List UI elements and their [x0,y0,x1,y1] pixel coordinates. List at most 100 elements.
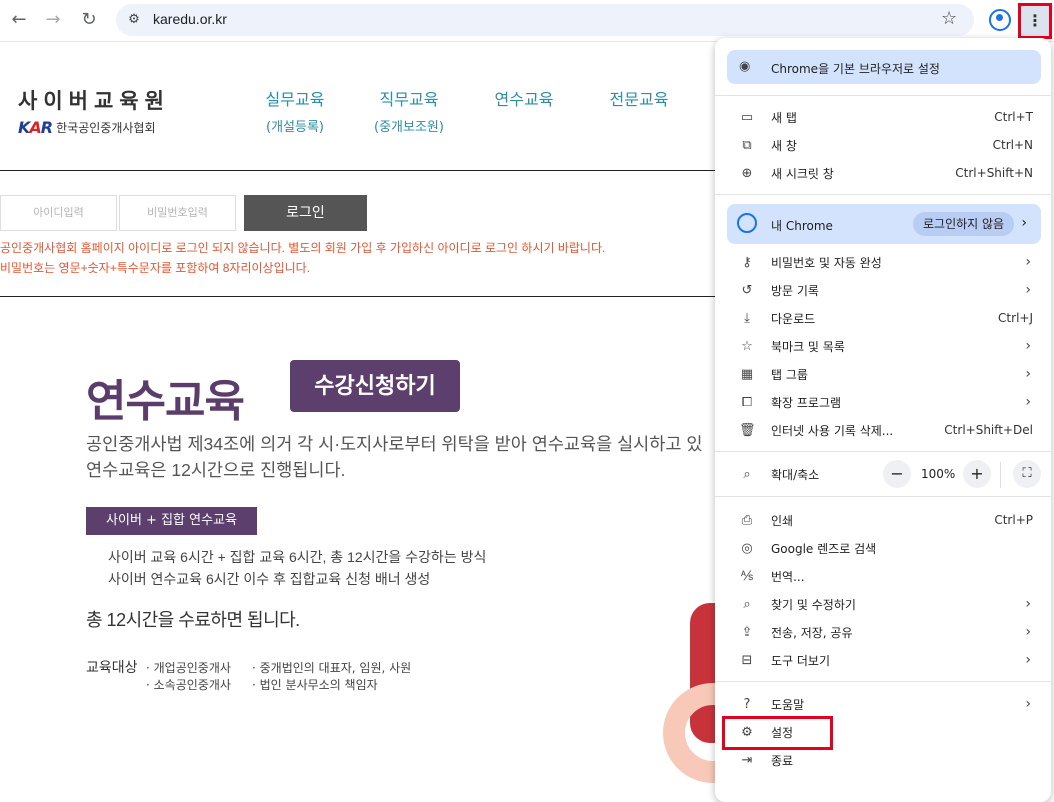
site-brand[interactable]: 사이버교육원 KAR 한국공인중개사협회 [18,85,170,137]
forward-icon[interactable]: → [42,9,64,31]
target-text: 중개법인의 대표자, 임원, 사원 [259,661,412,675]
exit-icon: ⇥ [741,752,753,768]
url-text[interactable]: karedu.or.kr [153,11,227,27]
login-button[interactable]: 로그인 [244,195,367,231]
menu-my-chrome[interactable]: 내 Chrome 로그인하지 않음 › [727,204,1041,244]
association-name: 한국공인중개사협회 [56,121,156,135]
divider [0,296,715,297]
target-text: 개업공인중개사 [153,661,231,675]
menu-item-label: 새 탭 [771,110,797,125]
shortcut-label: Ctrl+Shift+Del [944,423,1033,437]
nav-label: 실무교육 [265,92,325,109]
chevron-right-icon: › [1025,366,1031,382]
profile-icon[interactable] [989,9,1011,31]
shortcut-label: Ctrl+Shift+N [955,166,1033,180]
chevron-right-icon: › [1025,254,1031,270]
target-item: · 중개법인의 대표자, 임원, 사원 [252,661,412,675]
hero-title: 연수교육 [86,377,245,426]
association-logo: KAR 한국공인중개사협회 [18,118,170,137]
nav-training-education[interactable]: 연수교육 [489,86,559,110]
chevron-right-icon: › [1021,215,1027,231]
site-info-icon[interactable]: ⚙ [124,12,144,28]
nav-job-education[interactable]: 직무교육 (중개보조원) [368,86,450,135]
menu-separator [715,496,1051,497]
target-item: · 법인 분사무소의 책임자 [252,678,378,692]
menu-cast-save-share[interactable]: ⇪ 전송, 저장, 공유 › [715,618,1051,646]
menu-clear-data[interactable]: 🗑 인터넷 사용 기록 삭제... Ctrl+Shift+Del [715,416,1051,444]
nav-label: 직무교육 [379,92,439,109]
bookmark-star-icon[interactable]: ☆ [941,8,957,29]
menu-google-lens[interactable]: ◎ Google 렌즈로 검색 [715,534,1051,562]
print-icon: ⎙ [741,512,753,528]
menu-new-window[interactable]: ⧉ 새 창 Ctrl+N [715,131,1051,159]
menu-extensions[interactable]: ⧠ 확장 프로그램 › [715,388,1051,416]
target-item: · 개업공인중개사 [146,661,231,675]
settings-highlight-annotation [722,716,833,750]
menu-item-label: 번역... [771,569,805,584]
new-tab-icon: ▭ [740,109,754,125]
menu-item-label: 도구 더보기 [771,653,831,668]
menu-item-label: 방문 기록 [771,283,819,298]
menu-find-edit[interactable]: ⌕ 찾기 및 수정하기 › [715,590,1051,618]
nav-professional-education[interactable]: 전문교육 [604,86,674,110]
fullscreen-icon[interactable]: ⛶ [1013,460,1041,488]
menu-new-tab[interactable]: ▭ 새 탭 Ctrl+T [715,103,1051,131]
chevron-right-icon: › [1025,652,1031,668]
menu-separator [715,681,1051,682]
chevron-right-icon: › [1025,696,1031,712]
zoom-out-button[interactable]: − [883,460,911,488]
chevron-right-icon: › [1025,282,1031,298]
target-label: 교육대상 [86,660,138,676]
browser-toolbar: ← → ↻ ⚙ karedu.or.kr ☆ ⋮ [0,0,1054,42]
menu-item-label: 확대/축소 [771,467,820,482]
divider [0,170,715,171]
share-icon: ⇪ [741,624,753,640]
menu-more-tools[interactable]: ⊟ 도구 더보기 › [715,646,1051,674]
help-icon: ? [743,696,751,712]
id-input[interactable]: 아이디입력 [0,195,117,231]
set-default-browser-item[interactable]: ◉ Chrome을 기본 브라우저로 설정 [727,50,1041,84]
address-bar[interactable]: ⚙ karedu.or.kr [116,4,974,36]
target-text: 법인 분사무소의 책임자 [259,678,378,692]
course-type-badge: 사이버 + 집합 연수교육 [86,507,257,535]
nav-practical-education[interactable]: 실무교육 (개설등록) [260,86,330,135]
chrome-main-menu: ◉ Chrome을 기본 브라우저로 설정 ▭ 새 탭 Ctrl+T ⧉ 새 창… [715,38,1051,802]
menu-history[interactable]: ↺ 방문 기록 › [715,276,1051,304]
find-icon: ⌕ [743,596,751,612]
menu-item-label: 다운로드 [771,311,816,326]
password-rule-note: 비밀번호는 영문+숫자+특수문자를 포함하여 8자리이상입니다. [0,261,311,275]
puzzle-icon: ⧠ [741,394,753,410]
menu-item-label: 인터넷 사용 기록 삭제... [771,423,894,438]
brand-title: 사이버교육원 [18,90,170,113]
shortcut-label: Ctrl+N [992,138,1033,152]
menu-item-label: 확장 프로그램 [771,395,842,410]
zoom-icon: ⌕ [743,466,751,482]
zoom-in-button[interactable]: + [963,460,991,488]
menu-print[interactable]: ⎙ 인쇄 Ctrl+P [715,506,1051,534]
menu-translate[interactable]: ⅍ 번역... [715,562,1051,590]
profile-icon [737,213,757,233]
menu-bookmarks[interactable]: ☆ 북마크 및 목록 › [715,332,1051,360]
shortcut-label: Ctrl+J [998,311,1033,325]
tab-groups-icon: ▦ [740,366,754,382]
reload-icon[interactable]: ↻ [78,9,100,31]
menu-exit[interactable]: ⇥ 종료 [715,746,1051,774]
menu-tab-groups[interactable]: ▦ 탭 그룹 › [715,360,1051,388]
password-input[interactable]: 비밀번호입력 [119,195,236,231]
shortcut-label: Ctrl+P [994,513,1033,527]
enroll-button[interactable]: 수강신청하기 [290,360,460,412]
back-icon[interactable]: ← [8,9,30,31]
zoom-level: 100% [921,467,956,481]
login-warning: 공인중개사협회 홈페이지 아이디로 로그인 되지 않습니다. 별도의 회원 가입… [0,241,606,255]
menu-incognito[interactable]: ⊕ 새 시크릿 창 Ctrl+Shift+N [715,159,1051,187]
menu-separator [715,95,1051,96]
menu-downloads[interactable]: ⤓ 다운로드 Ctrl+J [715,304,1051,332]
toolbox-icon: ⊟ [741,652,753,668]
lens-icon: ◎ [741,540,753,556]
translate-icon: ⅍ [740,569,754,584]
menu-item-label: 탭 그룹 [771,367,808,382]
chrome-menu-button[interactable]: ⋮ [1018,3,1052,39]
nav-label: 전문교육 [609,92,669,109]
menu-passwords[interactable]: ⚷ 비밀번호 및 자동 완성 › [715,248,1051,276]
menu-help[interactable]: ? 도움말 › [715,690,1051,718]
